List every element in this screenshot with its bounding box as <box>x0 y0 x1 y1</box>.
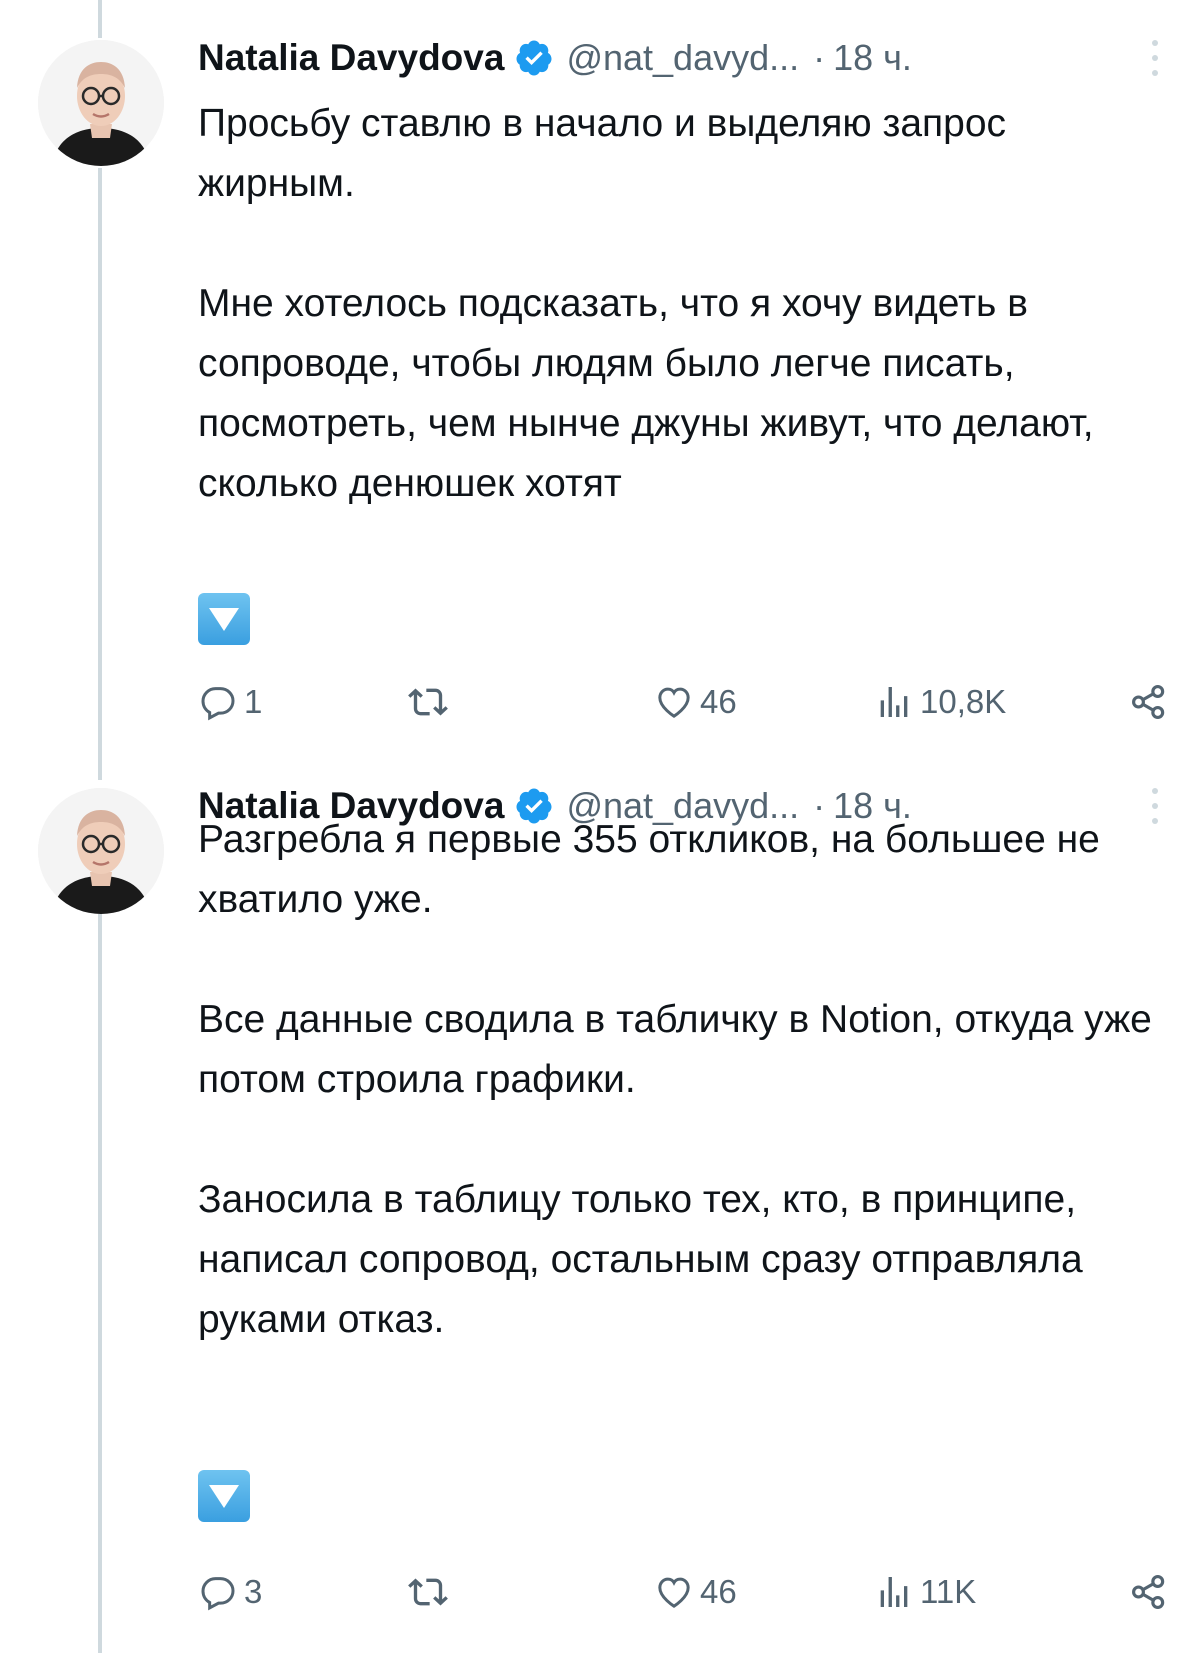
retweet-button[interactable] <box>406 1562 450 1622</box>
share-button[interactable] <box>1128 672 1170 732</box>
tweet-paragraph: Заносила в таблицу только тех, кто, в пр… <box>198 1178 1083 1341</box>
display-name[interactable]: Natalia Davydova <box>198 37 504 79</box>
avatar-image <box>38 40 164 166</box>
share-icon <box>1132 685 1165 719</box>
tweet-actions: 3 46 11K <box>198 1562 1170 1622</box>
reply-count: 3 <box>244 1573 263 1610</box>
retweet-icon <box>408 1578 448 1606</box>
heart-icon <box>658 1577 690 1608</box>
views-icon <box>880 687 908 717</box>
retweet-button[interactable] <box>406 672 450 732</box>
more-options-icon[interactable] <box>1140 36 1170 80</box>
down-arrow-emoji-icon <box>198 593 250 645</box>
views-count: 10,8K <box>920 683 1007 720</box>
reply-button[interactable]: 1 <box>198 672 262 732</box>
retweet-icon <box>408 688 448 716</box>
tweet-paragraph: Мне хотелось подсказать, что я хочу виде… <box>198 282 1094 505</box>
avatar[interactable] <box>38 40 164 166</box>
views-icon <box>880 1577 908 1607</box>
views-count: 11K <box>920 1573 977 1610</box>
tweet-header: Natalia Davydova @nat_davyd... · 18 ч. <box>198 30 1170 86</box>
tweet-paragraph: Разгребла я первые 355 откликов, на боль… <box>198 818 1100 921</box>
user-handle[interactable]: @nat_davyd... <box>566 37 799 79</box>
down-arrow-emoji-icon <box>198 1470 250 1522</box>
avatar-image <box>38 788 164 914</box>
verified-badge-icon <box>514 38 554 78</box>
views-button[interactable]: 11K <box>874 1562 976 1622</box>
like-button[interactable]: 46 <box>654 672 737 732</box>
timestamp[interactable]: 18 ч. <box>833 37 912 79</box>
like-button[interactable]: 46 <box>654 1562 737 1622</box>
reply-icon <box>201 1577 235 1611</box>
tweet[interactable]: Natalia Davydova @nat_davyd... · 18 ч. Р… <box>0 770 1200 1653</box>
share-icon <box>1132 1575 1165 1609</box>
reply-button[interactable]: 3 <box>198 1562 262 1622</box>
heart-icon <box>658 687 690 718</box>
tweet-actions: 1 46 10,8K <box>198 672 1170 732</box>
separator-dot: · <box>813 37 826 78</box>
tweet[interactable]: Natalia Davydova @nat_davyd... · 18 ч. П… <box>0 0 1200 770</box>
tweet-text: Просьбу ставлю в начало и выделяю запрос… <box>198 94 1170 514</box>
tweet-paragraph: Просьбу ставлю в начало и выделяю запрос… <box>198 102 1007 205</box>
reply-count: 1 <box>244 683 263 720</box>
share-button[interactable] <box>1128 1562 1170 1622</box>
tweet-paragraph: Все данные сводила в табличку в Notion, … <box>198 998 1152 1101</box>
views-button[interactable]: 10,8K <box>874 672 1006 732</box>
avatar[interactable] <box>38 788 164 914</box>
tweet-text: Разгребла я первые 355 откликов, на боль… <box>198 810 1170 1350</box>
like-count: 46 <box>700 1573 737 1610</box>
like-count: 46 <box>700 683 737 720</box>
reply-icon <box>201 687 235 721</box>
